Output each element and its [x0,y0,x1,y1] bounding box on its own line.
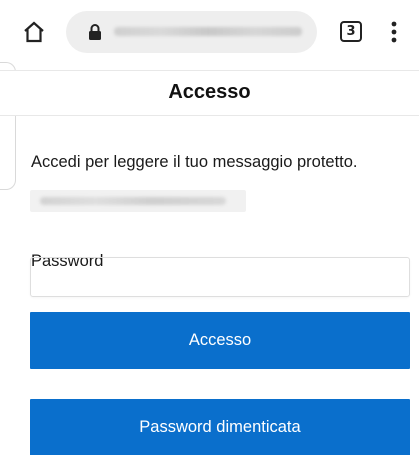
kebab-menu-icon[interactable] [391,21,397,43]
email-redacted-text [40,197,226,205]
browser-toolbar: 3 [0,0,419,60]
login-prompt: Accedi per leggere il tuo messaggio prot… [31,153,358,171]
tabs-count-icon[interactable]: 3 [340,21,362,42]
email-redacted [30,190,246,212]
page-title: Accesso [168,81,251,103]
password-field[interactable] [30,257,410,297]
lock-icon [89,24,101,40]
url-text-redacted [114,27,302,36]
forgot-password-button[interactable]: Password dimenticata [30,399,410,455]
page-header: Accesso [0,70,419,116]
address-bar[interactable] [66,11,317,53]
page: 3 Accesso Accedi per leggere il tuo mess… [0,0,419,455]
password-input[interactable] [343,259,407,295]
login-button[interactable]: Accesso [30,312,410,369]
home-icon[interactable] [22,20,46,44]
